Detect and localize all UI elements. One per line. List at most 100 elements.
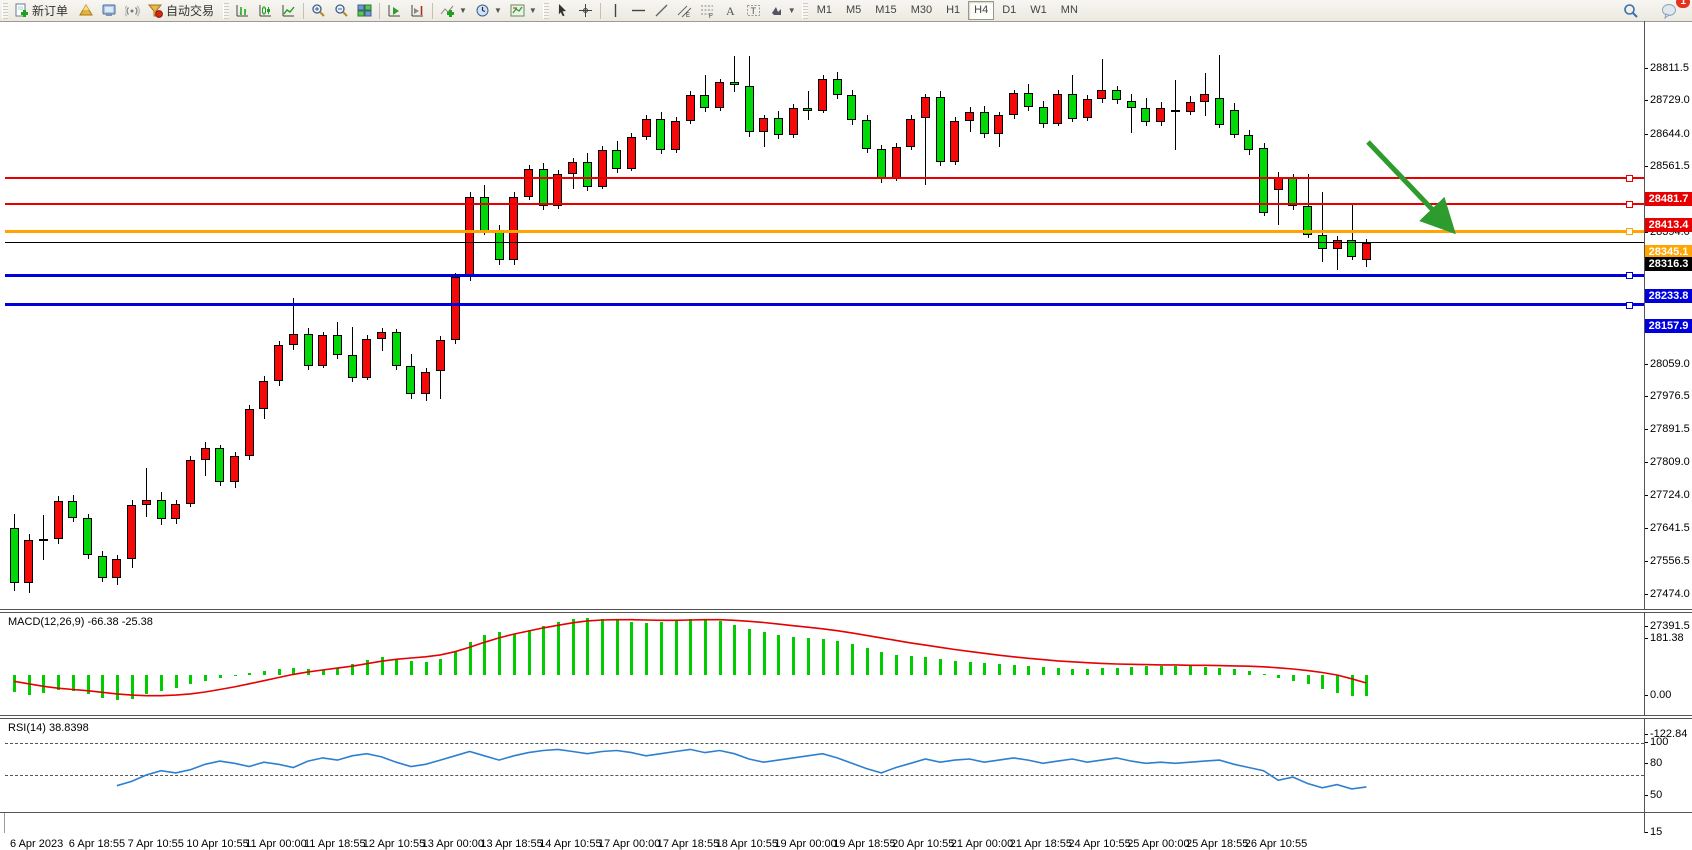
timeframe-h4[interactable]: H4 (968, 1, 994, 20)
level-endpoint-marker[interactable] (1626, 201, 1633, 208)
candle-bearish (656, 119, 665, 150)
rsi-label: RSI(14) 38.8398 (8, 722, 89, 734)
level-endpoint-marker[interactable] (1626, 228, 1633, 235)
candle-bullish (892, 147, 901, 179)
timeframe-d1[interactable]: D1 (996, 1, 1022, 20)
level-endpoint-marker[interactable] (1626, 175, 1633, 182)
timeframe-h1[interactable]: H1 (940, 1, 966, 20)
price-tick-label: 28561.5 (1650, 160, 1690, 172)
macd-histogram-bar (748, 629, 751, 676)
chat-button[interactable]: 1 (1657, 0, 1682, 21)
templates-button[interactable]: ▼ (506, 0, 541, 21)
auto-scroll-button[interactable] (383, 0, 406, 21)
cursor-button[interactable] (551, 0, 574, 21)
toolbar-grip[interactable] (802, 3, 808, 19)
text-label-button[interactable]: T (742, 0, 765, 21)
equidistant-channel-button[interactable]: E (673, 0, 696, 21)
timeframe-m15[interactable]: M15 (869, 1, 902, 20)
toolbar-grip[interactable] (2, 3, 8, 19)
toolbar-grip[interactable] (223, 3, 229, 19)
candle-bearish (539, 169, 548, 207)
macd-histogram-bar (998, 664, 1001, 675)
price-tick-label: 27724.0 (1650, 489, 1690, 501)
level-line-current-price[interactable] (5, 242, 1644, 243)
toolbar-grip[interactable] (543, 3, 549, 19)
text-button[interactable]: A (719, 0, 742, 21)
time-axis-label: 12 Apr 10:55 (363, 838, 425, 850)
candle-bullish (994, 115, 1003, 134)
price-tick-label: 27474.0 (1650, 588, 1690, 600)
crosshair-button[interactable] (574, 0, 597, 21)
fibonacci-button[interactable]: F (696, 0, 719, 21)
line-chart-button[interactable] (277, 0, 300, 21)
level-line-resistance[interactable] (5, 203, 1644, 205)
horizontal-line-icon (631, 3, 646, 18)
periods-button[interactable]: ▼ (471, 0, 506, 21)
price-tick-label: 28729.0 (1650, 94, 1690, 106)
candle-bearish (847, 95, 856, 120)
level-endpoint-marker[interactable] (1626, 272, 1633, 279)
timeframe-w1[interactable]: W1 (1024, 1, 1053, 20)
candle-bearish (495, 231, 504, 260)
macd-histogram-bar (777, 635, 780, 675)
gold-stack-icon (79, 3, 94, 18)
timeframe-toolbar: M1 M5 M15 M30 H1 H4 D1 W1 MN (810, 1, 1085, 20)
macd-histogram-bar (160, 675, 163, 691)
time-axis-border (0, 812, 1692, 813)
autotrading-button[interactable]: 自动交易 (144, 0, 221, 21)
horizontal-line-button[interactable] (627, 0, 650, 21)
level-line-resistance[interactable] (5, 177, 1644, 179)
candle-bearish (612, 150, 621, 169)
candlestick-chart-button[interactable] (254, 0, 277, 21)
arrows-button[interactable]: ▼ (765, 0, 800, 21)
time-axis-label: 7 Apr 10:55 (128, 838, 184, 850)
chart-shift-icon (410, 3, 425, 18)
time-axis-label: 13 Apr 00:00 (422, 838, 484, 850)
price-pane[interactable] (0, 22, 1644, 609)
chart-shift-button[interactable] (406, 0, 429, 21)
candle-bearish (583, 162, 592, 187)
zoom-out-button[interactable] (330, 0, 353, 21)
zoom-in-button[interactable] (307, 0, 330, 21)
candle-bearish (877, 149, 886, 179)
templates-icon (510, 3, 525, 18)
candle-bearish (10, 528, 19, 583)
new-order-button[interactable]: 新订单 (10, 0, 75, 21)
rsi-pane[interactable] (0, 719, 1644, 812)
level-endpoint-marker[interactable] (1626, 302, 1633, 309)
new-order-label: 新订单 (32, 2, 68, 19)
mt4-window: 新订单 自动交易 (0, 0, 1692, 850)
vertical-line-button[interactable] (604, 0, 627, 21)
level-line-support[interactable] (5, 303, 1644, 306)
macd-pane[interactable] (0, 613, 1644, 715)
macd-histogram-bar (234, 675, 237, 676)
macd-histogram-bar (1277, 675, 1280, 678)
search-button[interactable] (1619, 0, 1643, 21)
timeframe-mn[interactable]: MN (1055, 1, 1084, 20)
candle-bullish (1097, 90, 1106, 99)
macd-histogram-bar (763, 632, 766, 675)
candle-bullish (1274, 177, 1283, 190)
timeframe-m5[interactable]: M5 (840, 1, 867, 20)
equidistant-channel-icon: E (677, 3, 692, 18)
timeframe-m30[interactable]: M30 (905, 1, 938, 20)
signal-button[interactable] (121, 0, 144, 21)
autotrading-label: 自动交易 (166, 2, 214, 19)
terminal-button[interactable] (98, 0, 121, 21)
new-order-icon (14, 3, 29, 18)
macd-histogram-bar (572, 619, 575, 675)
tile-windows-button[interactable] (353, 0, 376, 21)
gold-stack-button[interactable] (75, 0, 98, 21)
bar-chart-button[interactable] (231, 0, 254, 21)
trendline-button[interactable] (650, 0, 673, 21)
candle-bearish (1171, 110, 1180, 112)
macd-histogram-bar (469, 642, 472, 675)
indicators-button[interactable]: ▼ (436, 0, 471, 21)
macd-histogram-bar (792, 637, 795, 675)
timeframe-m1[interactable]: M1 (811, 1, 838, 20)
level-line-pivot[interactable] (5, 230, 1644, 233)
candle-bullish (921, 97, 930, 118)
macd-histogram-bar (954, 661, 957, 676)
level-line-support[interactable] (5, 274, 1644, 277)
candle-bullish (465, 197, 474, 277)
